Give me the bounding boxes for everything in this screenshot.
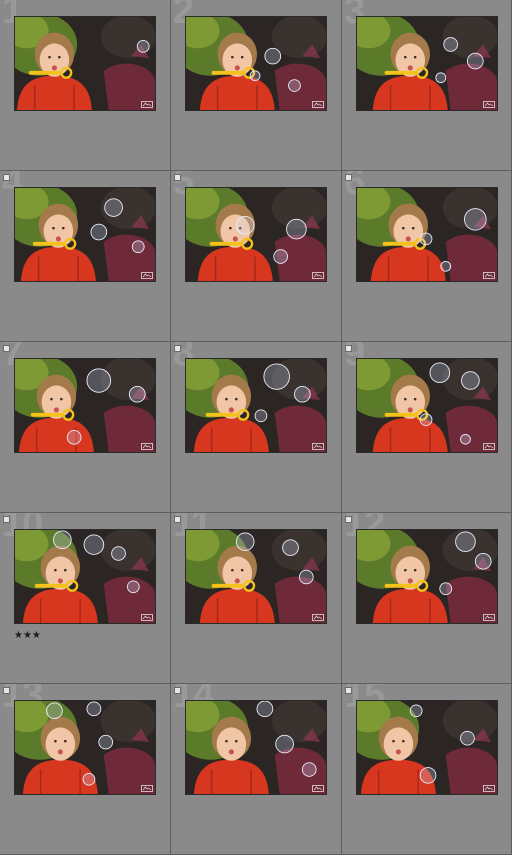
edited-badge-icon: [141, 785, 153, 792]
grid-cell[interactable]: 14: [171, 684, 342, 855]
edited-badge-icon: [312, 614, 324, 621]
star-rating[interactable]: ★★★: [14, 630, 41, 641]
edited-badge-icon: [312, 101, 324, 108]
photo-thumbnail[interactable]: [14, 187, 156, 282]
photo-thumbnail[interactable]: [14, 16, 156, 111]
edited-badge-icon: [312, 443, 324, 450]
pick-flag-icon[interactable]: [345, 345, 352, 352]
grid-cell[interactable]: 13: [0, 684, 171, 855]
photo-thumbnail[interactable]: [356, 187, 498, 282]
photo-thumbnail[interactable]: [356, 16, 498, 111]
photo-thumbnail[interactable]: [14, 358, 156, 453]
photo-thumbnail[interactable]: [185, 529, 327, 624]
photo-thumbnail[interactable]: [14, 700, 156, 795]
photo-thumbnail[interactable]: [14, 529, 156, 624]
edited-badge-icon: [141, 443, 153, 450]
grid-cell[interactable]: 11: [171, 513, 342, 684]
grid-cell[interactable]: 12: [342, 513, 512, 684]
pick-flag-icon[interactable]: [174, 345, 181, 352]
grid-cell[interactable]: 3: [342, 0, 512, 171]
pick-flag-icon[interactable]: [3, 516, 10, 523]
grid-cell[interactable]: 1: [0, 0, 171, 171]
grid-cell[interactable]: 7: [0, 342, 171, 513]
pick-flag-icon[interactable]: [3, 174, 10, 181]
pick-flag-icon[interactable]: [345, 687, 352, 694]
edited-badge-icon: [141, 101, 153, 108]
photo-thumbnail[interactable]: [185, 16, 327, 111]
pick-flag-icon[interactable]: [174, 516, 181, 523]
pick-flag-icon[interactable]: [3, 687, 10, 694]
grid-cell[interactable]: 10 ★★★: [0, 513, 171, 684]
pick-flag-icon[interactable]: [174, 174, 181, 181]
edited-badge-icon: [483, 101, 495, 108]
pick-flag-icon[interactable]: [345, 516, 352, 523]
edited-badge-icon: [141, 614, 153, 621]
edited-badge-icon: [141, 272, 153, 279]
pick-flag-icon[interactable]: [3, 345, 10, 352]
photo-thumbnail[interactable]: [356, 529, 498, 624]
grid-cell[interactable]: 6: [342, 171, 512, 342]
photo-thumbnail[interactable]: [185, 700, 327, 795]
grid-cell[interactable]: 15: [342, 684, 512, 855]
grid-cell[interactable]: 2: [171, 0, 342, 171]
photo-thumbnail[interactable]: [185, 358, 327, 453]
photo-thumbnail[interactable]: [185, 187, 327, 282]
edited-badge-icon: [483, 272, 495, 279]
grid-cell[interactable]: 8: [171, 342, 342, 513]
edited-badge-icon: [483, 443, 495, 450]
pick-flag-icon[interactable]: [174, 687, 181, 694]
edited-badge-icon: [483, 614, 495, 621]
edited-badge-icon: [483, 785, 495, 792]
photo-thumbnail[interactable]: [356, 358, 498, 453]
edited-badge-icon: [312, 785, 324, 792]
edited-badge-icon: [312, 272, 324, 279]
grid-cell[interactable]: 9: [342, 342, 512, 513]
pick-flag-icon[interactable]: [345, 174, 352, 181]
grid-cell[interactable]: 4: [0, 171, 171, 342]
grid-cell[interactable]: 5: [171, 171, 342, 342]
photo-thumbnail[interactable]: [356, 700, 498, 795]
filmstrip-grid: 1 2 3 4 5 6 7 8 9 10 ★★★ 11 12 13 14 15: [0, 0, 512, 855]
